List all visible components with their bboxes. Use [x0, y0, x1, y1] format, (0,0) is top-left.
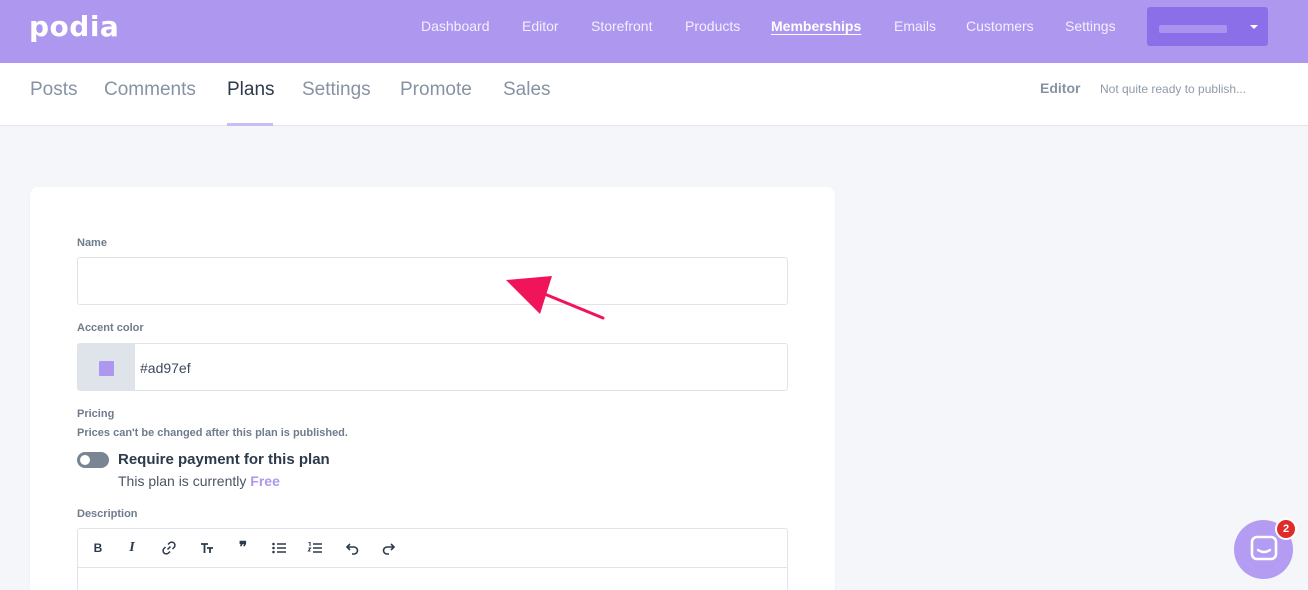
accent-color-label: Accent color: [77, 322, 144, 334]
quote-icon[interactable]: ❞: [234, 540, 252, 556]
tab-promote[interactable]: Promote: [400, 79, 472, 101]
name-label: Name: [77, 237, 107, 249]
heading-icon[interactable]: [198, 540, 216, 556]
nav-dashboard[interactable]: Dashboard: [421, 18, 490, 34]
description-editor[interactable]: B I ❞: [77, 528, 788, 590]
nav-products[interactable]: Products: [685, 18, 740, 34]
accent-color-value: #ad97ef: [140, 360, 191, 376]
publish-status-note: Not quite ready to publish...: [1100, 82, 1247, 96]
require-payment-toggle[interactable]: [77, 452, 109, 468]
active-tab-indicator: [227, 123, 273, 126]
nav-storefront[interactable]: Storefront: [591, 18, 652, 34]
name-input[interactable]: [77, 257, 788, 305]
plan-status-value: Free: [250, 473, 280, 489]
tab-comments[interactable]: Comments: [104, 79, 196, 101]
description-label: Description: [77, 508, 138, 520]
chat-unread-badge: 2: [1275, 518, 1297, 540]
accent-color-input[interactable]: #ad97ef: [77, 343, 788, 391]
pointer-arrow-icon: [506, 276, 605, 320]
nav-emails[interactable]: Emails: [894, 18, 936, 34]
pricing-help-text: Prices can't be changed after this plan …: [77, 427, 348, 439]
tab-settings[interactable]: Settings: [302, 79, 371, 101]
link-icon[interactable]: [160, 540, 178, 556]
membership-subnav: Posts Comments Plans Settings Promote Sa…: [0, 63, 1308, 126]
nav-memberships[interactable]: Memberships: [771, 18, 861, 34]
account-menu-button[interactable]: [1147, 7, 1268, 46]
redo-icon[interactable]: [380, 540, 398, 556]
podia-logo[interactable]: podia: [29, 10, 119, 43]
plan-form-card: Name Accent color #ad97ef Pricing Prices…: [30, 187, 835, 590]
top-navigation-bar: podia Dashboard Editor Storefront Produc…: [0, 0, 1308, 63]
tab-posts[interactable]: Posts: [30, 79, 78, 101]
bullet-list-icon[interactable]: [270, 540, 288, 556]
plan-status-prefix: This plan is currently: [118, 473, 247, 489]
require-payment-label[interactable]: Require payment for this plan: [118, 451, 330, 468]
plan-status-text: This plan is currently Free: [118, 473, 280, 489]
pricing-label: Pricing: [77, 408, 115, 420]
nav-settings[interactable]: Settings: [1065, 18, 1116, 34]
italic-icon[interactable]: I: [123, 540, 141, 556]
tab-sales[interactable]: Sales: [503, 79, 551, 101]
nav-editor[interactable]: Editor: [522, 18, 559, 34]
editor-link[interactable]: Editor: [1040, 80, 1080, 96]
nav-customers[interactable]: Customers: [966, 18, 1034, 34]
chat-icon: [1250, 535, 1278, 561]
bold-icon[interactable]: B: [89, 540, 107, 556]
tab-plans[interactable]: Plans: [227, 79, 275, 101]
chevron-down-icon: [1250, 25, 1258, 29]
color-swatch: [99, 361, 114, 376]
numbered-list-icon[interactable]: [306, 540, 324, 556]
account-name-placeholder: [1159, 25, 1227, 33]
toggle-knob: [80, 455, 90, 465]
editor-toolbar: B I ❞: [78, 529, 787, 568]
color-swatch-button[interactable]: [78, 344, 135, 390]
undo-icon[interactable]: [343, 540, 361, 556]
